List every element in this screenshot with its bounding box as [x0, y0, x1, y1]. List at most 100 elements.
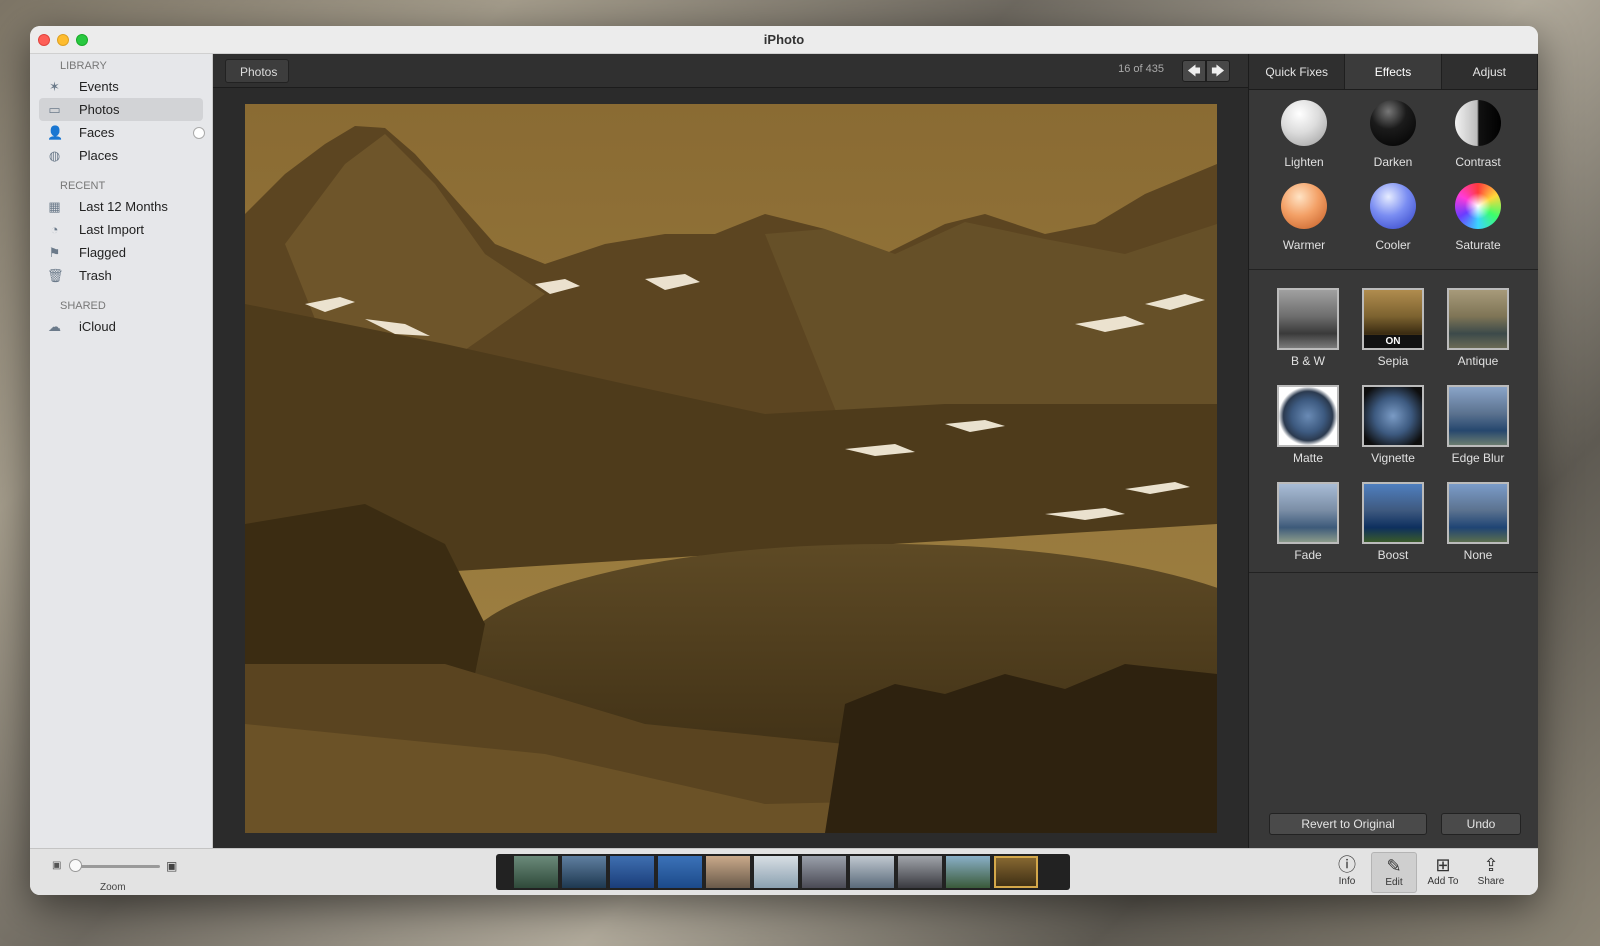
- filmstrip-thumbnail[interactable]: [562, 856, 606, 888]
- sidebar-item-label: Events: [79, 79, 119, 94]
- none-thumbnail: [1447, 482, 1509, 544]
- warmer-button[interactable]: Warmer: [1259, 183, 1349, 252]
- globe-icon: ◍: [48, 148, 61, 163]
- filmstrip[interactable]: [496, 854, 1070, 890]
- effect-edge-blur[interactable]: Edge Blur: [1433, 385, 1523, 465]
- effect-boost[interactable]: Boost: [1348, 482, 1438, 562]
- cooler-orb-icon: [1370, 183, 1416, 229]
- clock-icon: ◔: [50, 222, 59, 237]
- next-photo-button[interactable]: 🡆: [1206, 60, 1230, 82]
- tool-label: Info: [1338, 876, 1356, 887]
- iphoto-window: iPhoto LIBRARY ✶ Events ▭ Photos 👤 Faces…: [30, 26, 1538, 895]
- maximize-window-button[interactable]: [76, 34, 88, 46]
- tab-adjust[interactable]: Adjust: [1442, 54, 1538, 89]
- tool-label: Share: [1477, 876, 1505, 887]
- photo-viewer: Photos 16 of 435 🡄 🡆: [213, 54, 1248, 848]
- filmstrip-thumbnail[interactable]: [994, 856, 1038, 888]
- mountain-lake-image: [245, 104, 1217, 833]
- zoom-slider-track[interactable]: [70, 865, 160, 868]
- trash-icon: 🗑: [47, 268, 64, 283]
- filmstrip-thumbnail[interactable]: [514, 856, 558, 888]
- close-window-button[interactable]: [38, 34, 50, 46]
- effect-vignette[interactable]: Vignette: [1348, 385, 1438, 465]
- lighten-label: Lighten: [1284, 155, 1324, 169]
- darken-label: Darken: [1373, 155, 1413, 169]
- sidebar-header-shared: SHARED: [60, 300, 106, 312]
- filmstrip-thumbnail[interactable]: [802, 856, 846, 888]
- vignette-thumbnail: [1362, 385, 1424, 447]
- revert-to-original-button[interactable]: Revert to Original: [1269, 813, 1427, 835]
- minimize-window-button[interactable]: [57, 34, 69, 46]
- tab-quick-fixes[interactable]: Quick Fixes: [1249, 54, 1346, 89]
- flag-icon: ⚑: [48, 245, 61, 260]
- saturate-button[interactable]: Saturate: [1433, 183, 1523, 252]
- share-button[interactable]: ⇪ Share: [1468, 852, 1514, 893]
- sidebar-item-places[interactable]: ◍ Places: [39, 144, 203, 167]
- main-photo-sepia-mountain-lake[interactable]: [245, 104, 1217, 833]
- effect-label: Fade: [1294, 548, 1322, 562]
- contrast-button[interactable]: Contrast: [1433, 100, 1523, 169]
- tool-label: Edit: [1385, 877, 1403, 888]
- cooler-button[interactable]: Cooler: [1348, 183, 1438, 252]
- sidebar-item-faces[interactable]: 👤 Faces: [39, 121, 205, 144]
- sidebar-item-photos[interactable]: ▭ Photos: [39, 98, 203, 121]
- window-title: iPhoto: [763, 32, 805, 47]
- info-button[interactable]: ⓘ Info: [1324, 852, 1370, 893]
- sidebar-item-label: Flagged: [79, 245, 126, 260]
- bottom-toolbar: ▣ ▣ Zoom ⓘ Info ✎ Edit ⊞ Add To ⇪ Share: [30, 848, 1538, 895]
- sidebar-item-events[interactable]: ✶ Events: [39, 75, 203, 98]
- effect-label: None: [1463, 548, 1493, 562]
- effect-fade[interactable]: Fade: [1263, 482, 1353, 562]
- sidebar-item-flagged[interactable]: ⚑ Flagged: [39, 241, 203, 264]
- filmstrip-thumbnail[interactable]: [850, 856, 894, 888]
- sidebar-header-library: LIBRARY: [60, 60, 107, 72]
- bw-thumbnail: [1277, 288, 1339, 350]
- antique-thumbnail: [1447, 288, 1509, 350]
- add-to-button[interactable]: ⊞ Add To: [1420, 852, 1466, 893]
- sidebar-item-label: Trash: [79, 268, 112, 283]
- effect-none[interactable]: None: [1433, 482, 1523, 562]
- effect-bw[interactable]: B & W: [1263, 288, 1353, 368]
- arrow-right-icon: 🡆: [1211, 63, 1225, 78]
- filmstrip-thumbnail[interactable]: [706, 856, 750, 888]
- pencil-icon: ✎: [1386, 856, 1402, 876]
- filmstrip-thumbnail[interactable]: [658, 856, 702, 888]
- sidebar-header-recent: RECENT: [60, 180, 106, 192]
- previous-photo-button[interactable]: 🡄: [1182, 60, 1206, 82]
- edit-button[interactable]: ✎ Edit: [1371, 852, 1417, 893]
- filmstrip-thumbnail[interactable]: [946, 856, 990, 888]
- sidebar-item-label: Last 12 Months: [79, 199, 168, 214]
- edit-panel: Quick Fixes Effects Adjust Lighten Darke…: [1248, 54, 1538, 848]
- effect-sepia[interactable]: ON Sepia: [1348, 288, 1438, 368]
- cloud-icon: ☁: [48, 319, 61, 334]
- sepia-on-badge: ON: [1364, 335, 1422, 348]
- filmstrip-thumbnail[interactable]: [610, 856, 654, 888]
- viewer-toolbar: Photos 16 of 435 🡄 🡆: [213, 54, 1248, 88]
- cooler-label: Cooler: [1375, 238, 1411, 252]
- effect-label: B & W: [1290, 354, 1325, 368]
- palm-tree-icon: ✶: [49, 79, 60, 94]
- sidebar-item-icloud[interactable]: ☁ iCloud: [39, 315, 203, 338]
- saturate-orb-icon: [1455, 183, 1501, 229]
- filmstrip-thumbnail[interactable]: [754, 856, 798, 888]
- sidebar-item-label: Photos: [79, 102, 120, 117]
- zoom-slider-knob[interactable]: [68, 859, 82, 872]
- edge-blur-thumbnail: [1447, 385, 1509, 447]
- effect-label: Vignette: [1371, 451, 1415, 465]
- lighten-button[interactable]: Lighten: [1259, 100, 1349, 169]
- back-to-photos-button[interactable]: Photos: [225, 59, 290, 83]
- sidebar-item-label: Last Import: [79, 222, 145, 237]
- sidebar-item-last-import[interactable]: ◔ Last Import: [39, 218, 203, 241]
- effect-matte[interactable]: Matte: [1263, 385, 1353, 465]
- filmstrip-thumbnail[interactable]: [898, 856, 942, 888]
- darken-button[interactable]: Darken: [1348, 100, 1438, 169]
- tab-effects[interactable]: Effects: [1345, 54, 1442, 89]
- undo-button[interactable]: Undo: [1441, 813, 1521, 835]
- sidebar-item-trash[interactable]: 🗑 Trash: [39, 264, 203, 287]
- arrow-left-icon: 🡄: [1187, 63, 1201, 78]
- effect-label: Matte: [1292, 451, 1323, 465]
- small-thumbnail-icon: ▣: [52, 860, 62, 871]
- effect-antique[interactable]: Antique: [1433, 288, 1523, 368]
- boost-thumbnail: [1362, 482, 1424, 544]
- sidebar-item-last-12-months[interactable]: ▦ Last 12 Months: [39, 195, 203, 218]
